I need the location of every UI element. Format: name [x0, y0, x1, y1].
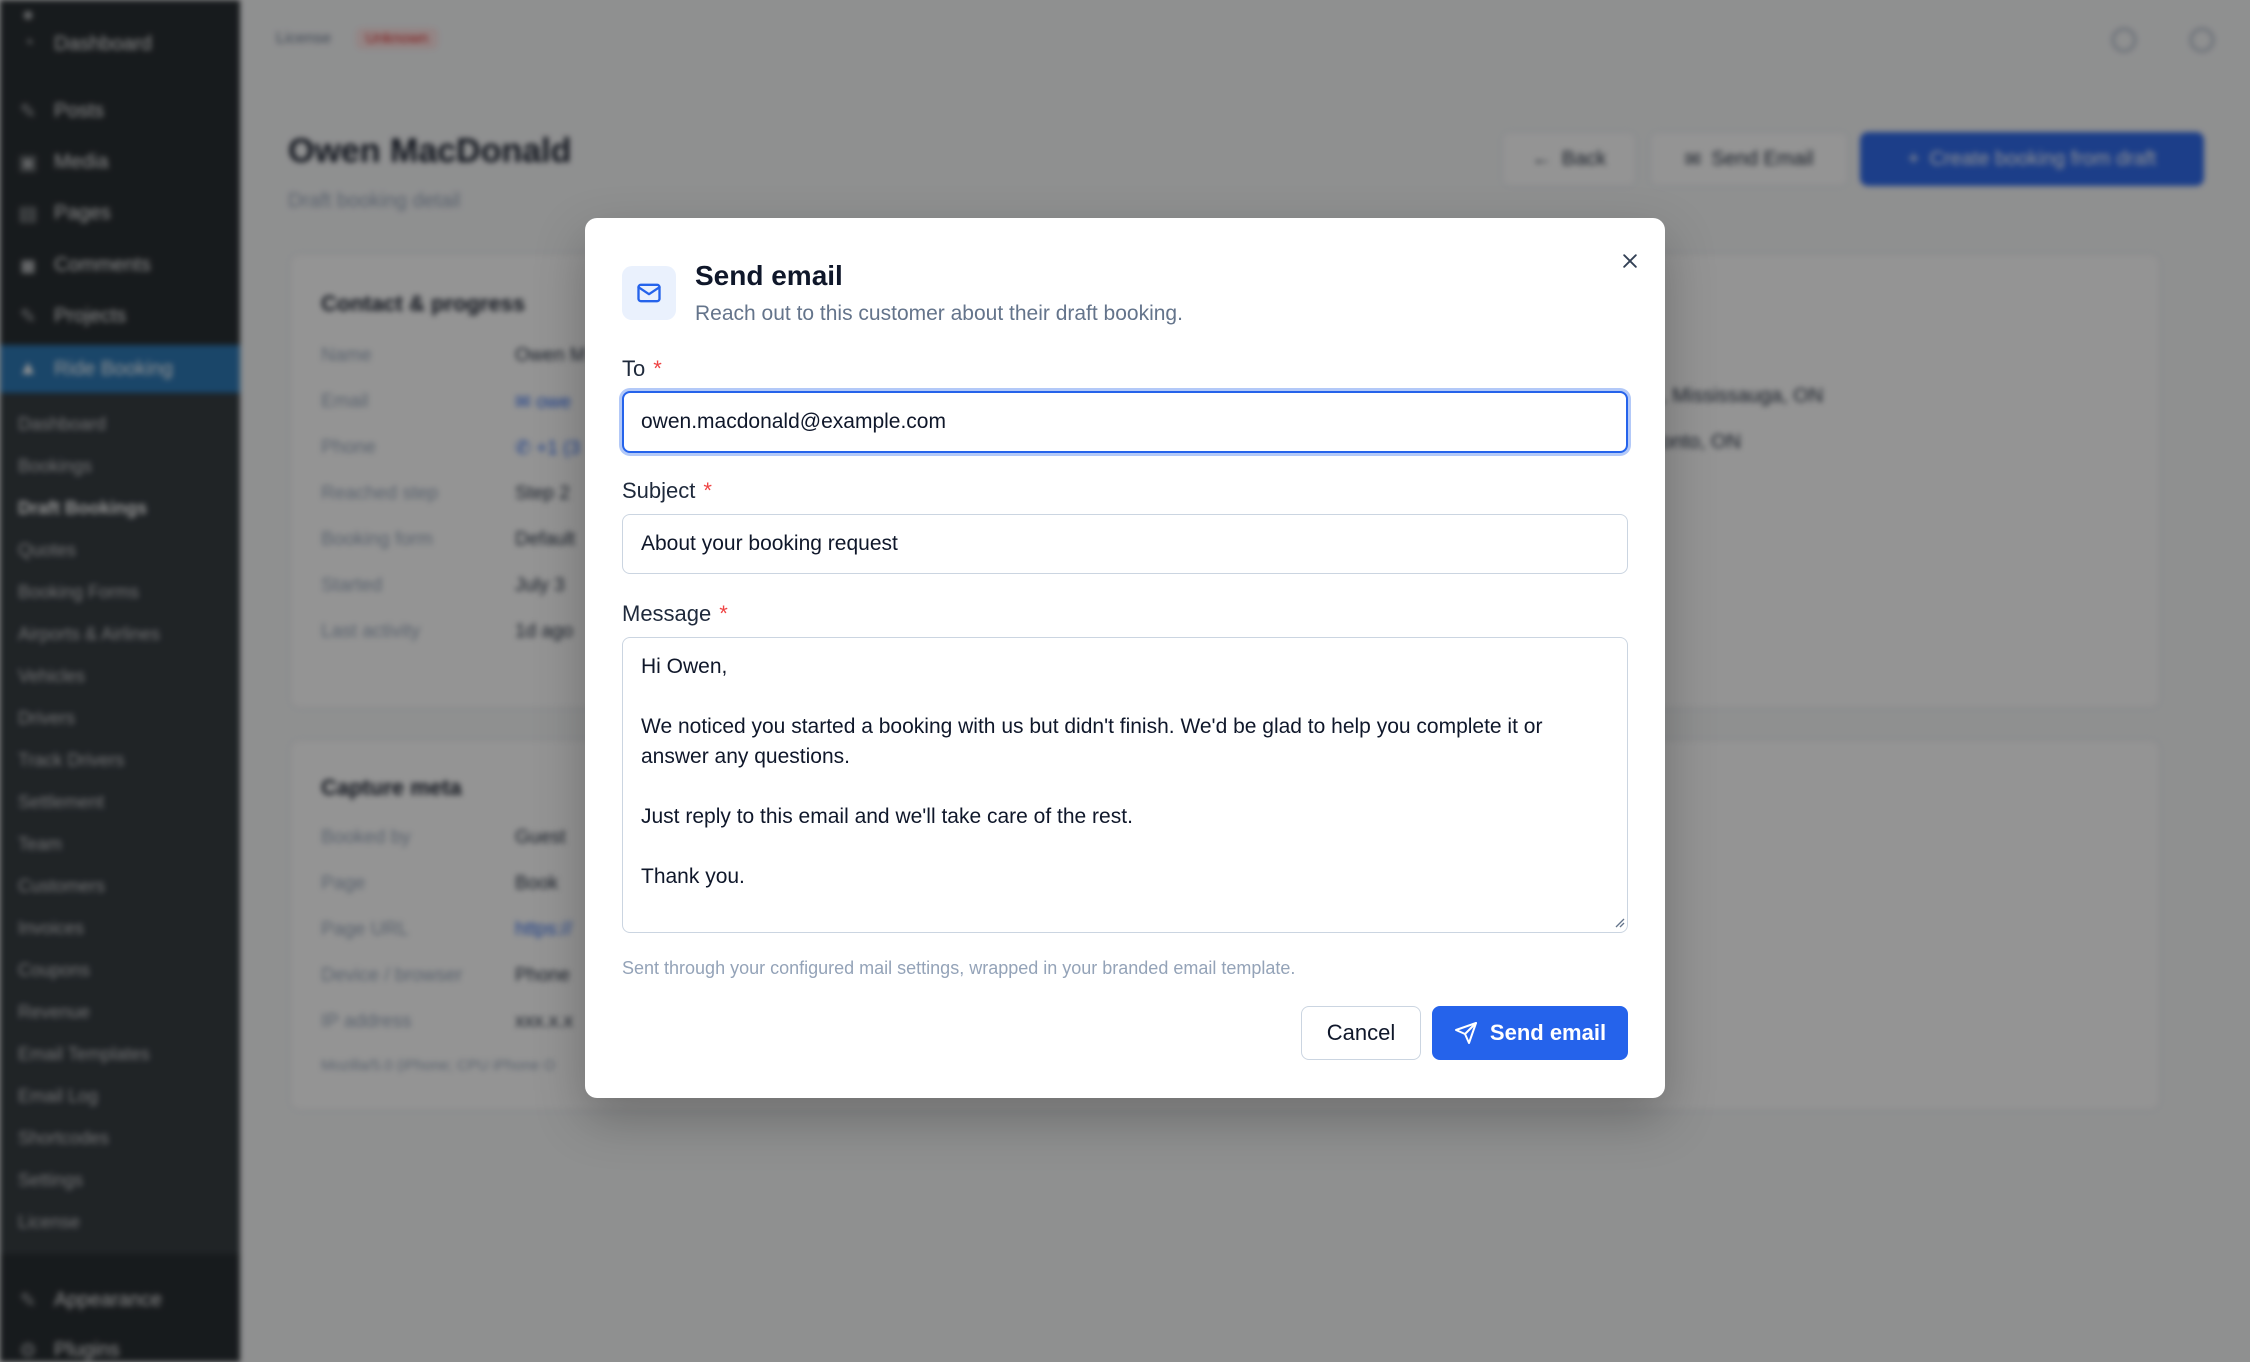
dialog-title: Send email	[695, 260, 843, 291]
send-icon	[1454, 1022, 1477, 1044]
cancel-button[interactable]: Cancel	[1301, 1006, 1421, 1060]
mail-settings-hint: Sent through your configured mail settin…	[622, 958, 1296, 978]
send-email-button[interactable]: Send email	[1432, 1006, 1628, 1060]
resize-handle-icon[interactable]	[1613, 916, 1625, 928]
to-label: To *	[622, 356, 662, 381]
required-marker: *	[703, 478, 712, 503]
subject-input[interactable]	[622, 514, 1628, 574]
required-marker: *	[719, 601, 728, 626]
close-icon[interactable]	[1613, 244, 1647, 278]
required-marker: *	[653, 356, 662, 381]
subject-label: Subject *	[622, 478, 712, 503]
dialog-description: Reach out to this customer about their d…	[695, 302, 1183, 325]
mail-icon	[622, 266, 676, 320]
send-email-dialog: Send email Reach out to this customer ab…	[585, 218, 1665, 1098]
message-textarea[interactable]: Hi Owen, We noticed you started a bookin…	[622, 637, 1628, 933]
message-label: Message *	[622, 601, 728, 626]
to-input[interactable]	[622, 391, 1628, 453]
